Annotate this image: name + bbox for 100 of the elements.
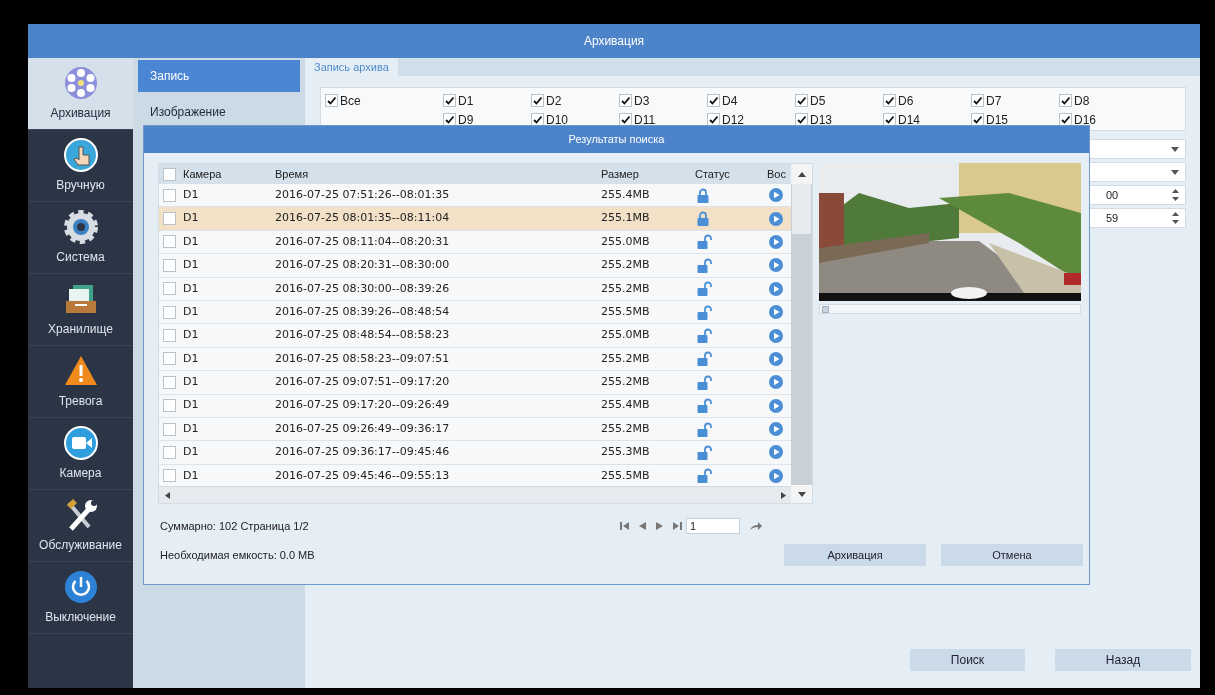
checkbox[interactable] (325, 94, 338, 107)
button[interactable]: Отмена (941, 544, 1083, 566)
checkbox[interactable] (163, 212, 176, 226)
table-cell-text: 2016-07-25 07:51:26--08:01:35 (275, 186, 451, 203)
table-row[interactable]: D1 2016-07-25 09:07:51--09:17:20 255.2MB (159, 371, 792, 395)
checkbox[interactable] (163, 235, 176, 249)
checkbox[interactable] (163, 188, 176, 202)
table-row[interactable]: D1 2016-07-25 08:01:35--08:11:04 255.1MB (159, 207, 792, 231)
page-input[interactable]: 1 (686, 518, 740, 534)
checkbox[interactable] (163, 329, 176, 343)
nav-item[interactable]: Хранилище (28, 274, 133, 346)
table-row[interactable]: D1 2016-07-25 08:48:54--08:58:23 255.0MB (159, 324, 792, 348)
button[interactable]: Архивация (784, 544, 926, 566)
table-cell-text: 2016-07-25 09:45:46--09:55:13 (275, 467, 451, 484)
table-cell-text: 255.1MB (601, 210, 651, 227)
first-page-icon (620, 522, 629, 530)
nav-label: Хранилище (48, 321, 113, 338)
play-icon (769, 281, 783, 296)
play-icon (769, 328, 783, 343)
checkbox[interactable] (163, 375, 176, 389)
play-icon (769, 445, 783, 460)
scrollbar-thumb[interactable] (792, 184, 811, 234)
checkbox[interactable] (1059, 94, 1072, 107)
caret-icon (1171, 169, 1179, 175)
table-cell-text: 2016-07-25 08:11:04--08:20:31 (275, 233, 451, 250)
checkbox[interactable] (443, 94, 456, 107)
table-row[interactable]: D1 2016-07-25 08:39:26--08:48:54 255.5MB (159, 300, 792, 325)
submenu-item[interactable]: Изображение (138, 96, 300, 128)
table-row[interactable]: D1 2016-07-25 08:20:31--08:30:00 255.2MB (159, 254, 792, 278)
checkbox[interactable] (163, 399, 176, 413)
play-icon (769, 258, 783, 273)
slider-thumb[interactable] (822, 305, 829, 313)
checkbox[interactable] (971, 94, 984, 107)
table-cell-text: 2016-07-25 08:01:35--08:11:04 (275, 210, 451, 227)
table-cell-text: 255.0MB (601, 327, 651, 344)
nav-label: Тревога (58, 393, 103, 410)
previous-page-icon (639, 522, 646, 530)
caret-icon (1171, 146, 1179, 152)
nav-label: Камера (59, 465, 102, 482)
play-icon (769, 234, 783, 249)
nav-item[interactable]: Выключение (28, 562, 133, 634)
play-icon (769, 211, 783, 226)
table-row[interactable]: D1 2016-07-25 08:58:23--09:07:51 255.2MB (159, 347, 792, 372)
capacity-text: Необходимая емкость: 0.0 MB (160, 547, 316, 563)
nav-item[interactable]: Система (28, 202, 133, 274)
progress-slider[interactable] (819, 304, 1081, 314)
table-row[interactable]: D1 2016-07-25 09:26:49--09:36:17 255.2MB (159, 417, 792, 442)
nav-label: Обслуживание (39, 537, 122, 554)
checkbox[interactable] (163, 305, 176, 319)
play-icon (769, 422, 783, 437)
horizontal-scrollbar[interactable] (159, 486, 792, 503)
table-cell-text: D1 (183, 444, 200, 461)
checkbox-label: D12 (722, 111, 744, 129)
table-row[interactable]: D1 2016-07-25 09:36:17--09:45:46 255.3MB (159, 441, 792, 465)
submenu-item[interactable]: Запись (138, 60, 300, 92)
table-cell-text: 255.5MB (601, 467, 651, 484)
play-icon (769, 188, 783, 203)
table-cell-text: 255.3MB (601, 444, 651, 461)
caret-icon (797, 492, 806, 497)
table-row[interactable]: D1 2016-07-25 08:11:04--08:20:31 255.0MB (159, 230, 792, 255)
table-cell-text: D1 (183, 210, 200, 227)
checkbox[interactable] (795, 94, 808, 107)
checkbox[interactable] (883, 94, 896, 107)
vertical-scrollbar[interactable] (791, 164, 812, 485)
checkbox[interactable] (163, 258, 176, 272)
checkbox-label: D7 (986, 92, 1002, 110)
nav-item[interactable]: Архивация (28, 58, 133, 130)
checkbox[interactable] (163, 422, 176, 436)
table-cell-text: 2016-07-25 09:36:17--09:45:46 (275, 444, 451, 461)
table-row[interactable]: D1 2016-07-25 09:17:20--09:26:49 255.4MB (159, 394, 792, 418)
table-cell-text: D1 (183, 257, 200, 274)
checkbox[interactable] (531, 94, 544, 107)
checkbox[interactable] (707, 94, 720, 107)
table-cell-text: 2016-07-25 09:07:51--09:17:20 (275, 374, 451, 391)
table-row[interactable]: D1 2016-07-25 08:30:00--08:39:26 255.2MB (159, 277, 792, 301)
button[interactable]: Назад (1055, 649, 1191, 671)
nav-label: Выключение (45, 609, 116, 626)
button[interactable]: Поиск (910, 649, 1025, 671)
table-row[interactable]: D1 2016-07-25 07:51:26--08:01:35 255.4MB (159, 184, 792, 208)
checkbox[interactable] (163, 469, 176, 483)
nav-item[interactable]: Вручную (28, 130, 133, 202)
nav-item[interactable]: Камера (28, 418, 133, 490)
checkbox[interactable] (163, 167, 176, 181)
checkbox[interactable] (619, 94, 632, 107)
spinner-arrows-icon (1172, 189, 1179, 201)
table-cell-text: 255.4MB (601, 186, 651, 203)
checkbox[interactable] (163, 282, 176, 296)
checkbox-label: D6 (898, 92, 914, 110)
table-cell-text: 2016-07-25 09:26:49--09:36:17 (275, 420, 451, 437)
nav-label: Вручную (56, 177, 105, 194)
checkbox-label: D8 (1074, 92, 1090, 110)
nav-label: Архивация (50, 105, 111, 122)
dialog-title: Результаты поиска (568, 132, 665, 148)
checkbox-label: D9 (458, 111, 474, 129)
next-page-icon (656, 522, 663, 530)
checkbox[interactable] (163, 446, 176, 459)
checkbox-label: Все (340, 92, 361, 110)
checkbox[interactable] (163, 352, 176, 366)
column-header: Вос (767, 166, 787, 182)
table-cell-text: 255.2MB (601, 374, 651, 391)
